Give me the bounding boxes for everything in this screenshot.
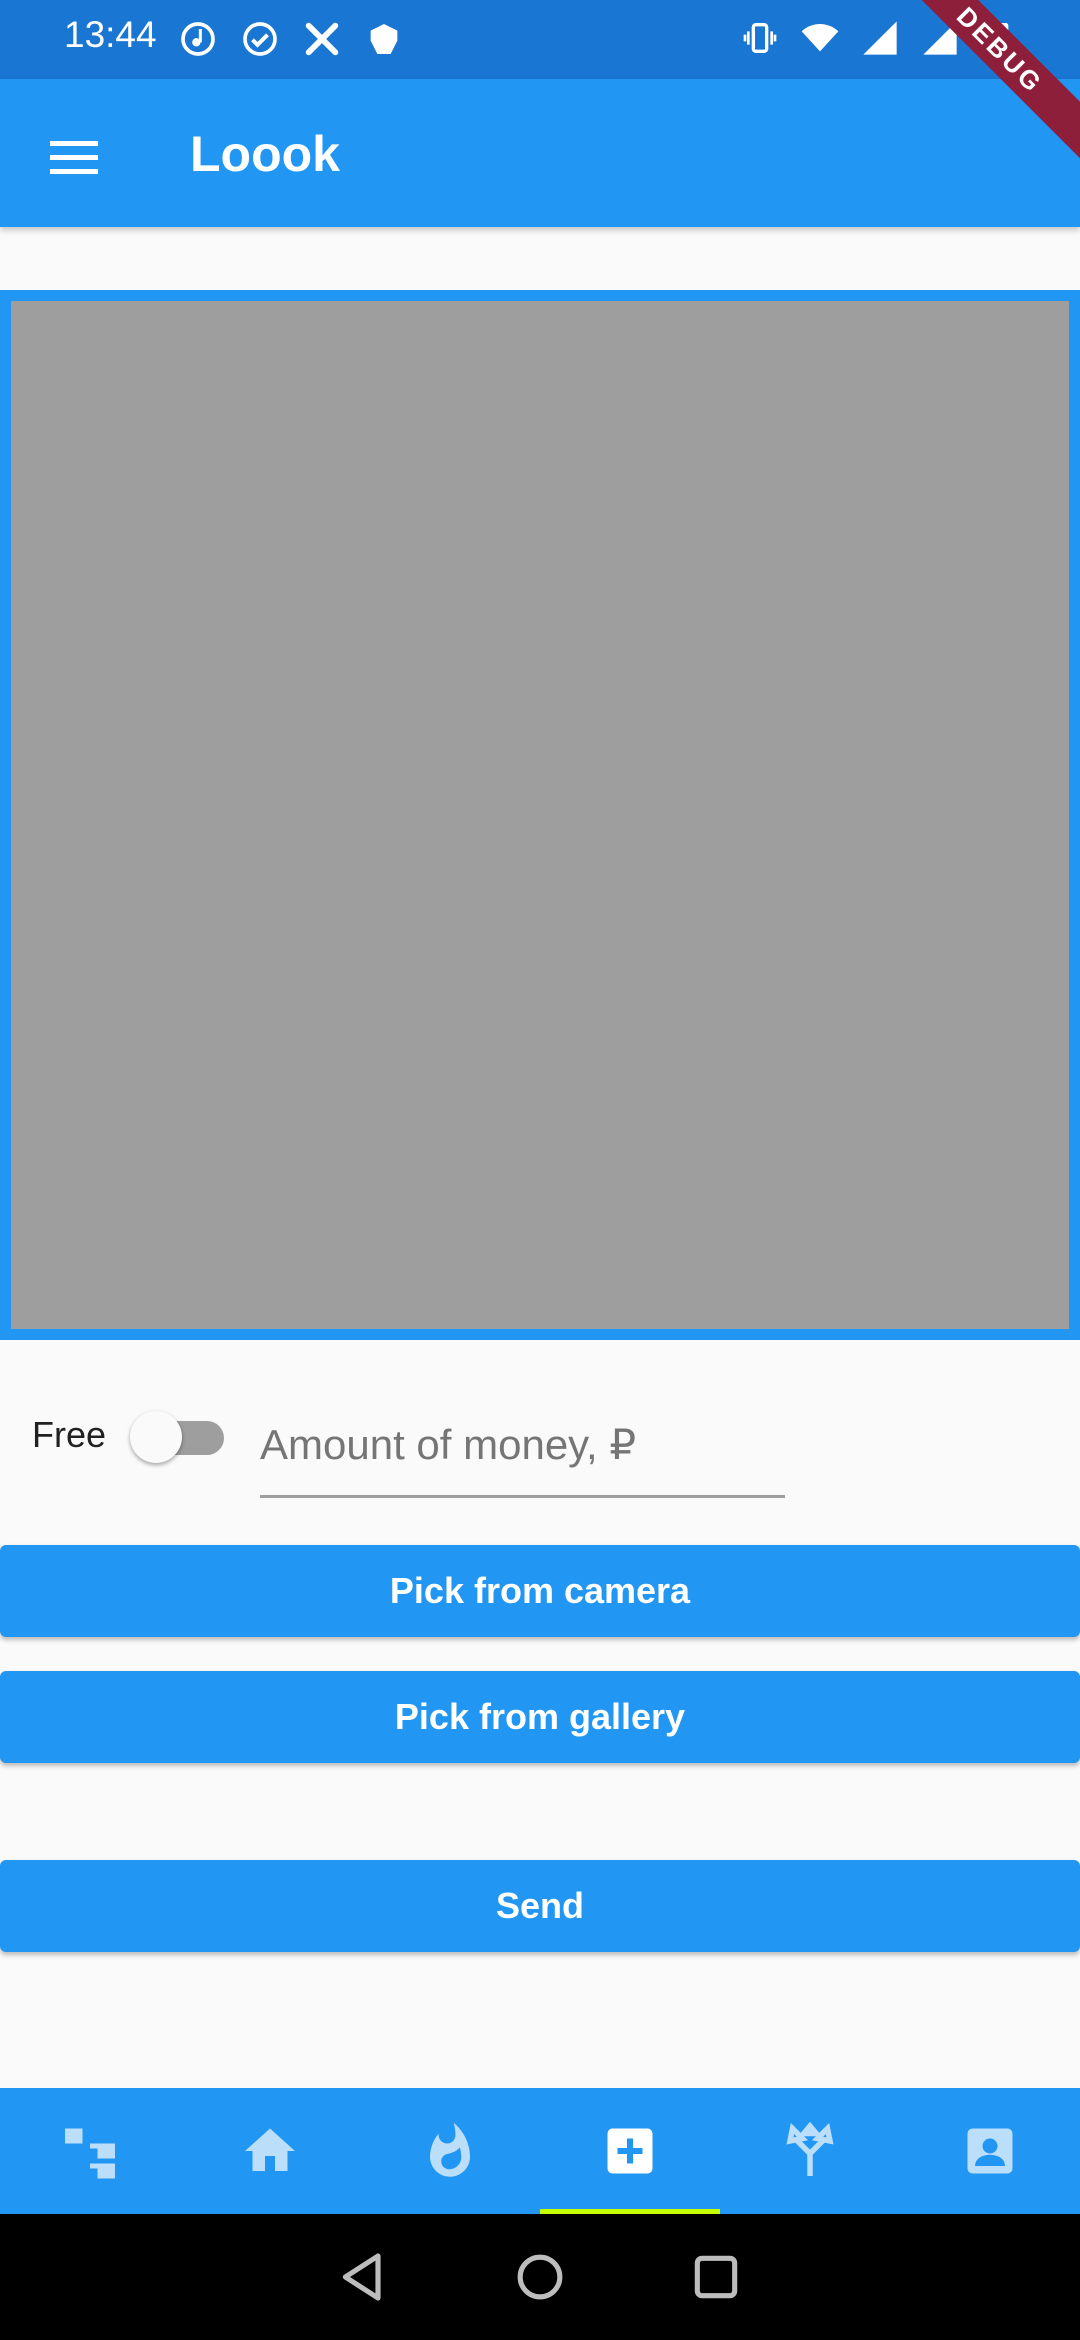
system-navigation-bar [0,2214,1080,2340]
app-bar: Loook [0,79,1080,227]
recents-icon[interactable] [688,2249,744,2305]
merge-icon [786,2121,834,2176]
image-preview-placeholder [11,301,1069,1329]
hamburger-menu-icon [50,141,98,174]
home-icon [245,2128,295,2171]
nav-item-tree[interactable] [0,2088,180,2214]
amount-input[interactable] [260,1395,785,1498]
notification-icons [178,19,404,59]
music-sync-icon [181,22,215,56]
back-icon[interactable] [336,2249,392,2305]
nav-item-add[interactable] [540,2088,720,2214]
contact-card-icon [967,2128,1013,2174]
fire-icon [430,2122,470,2177]
wifi-icon [801,24,839,52]
bottom-navigation [0,2088,1080,2214]
signal-icon [863,21,897,55]
nav-item-profile[interactable] [900,2088,1080,2214]
nav-item-home[interactable] [180,2088,360,2214]
shield-hex-icon [370,24,398,54]
home-circle-icon[interactable] [512,2249,568,2305]
status-bar: 13:44 [0,0,1080,79]
check-circle-icon [243,22,277,56]
nav-item-merge[interactable] [720,2088,900,2214]
add-box-icon [607,2128,653,2174]
tree-structure-icon [65,2128,115,2179]
free-toggle-thumb [130,1411,182,1463]
status-time: 13:44 [64,14,157,55]
pick-from-gallery-button[interactable]: Pick from gallery [0,1671,1080,1763]
send-button[interactable]: Send [0,1860,1080,1952]
free-toggle[interactable] [130,1408,230,1463]
menu-button[interactable] [40,123,108,191]
free-label: Free [32,1414,107,1455]
pick-from-camera-button[interactable]: Pick from camera [0,1545,1080,1637]
vibrate-icon [743,23,777,53]
nav-item-hot[interactable] [360,2088,540,2214]
image-preview-frame [0,290,1080,1340]
page-title: Loook [190,126,340,182]
tools-icon [305,22,339,56]
